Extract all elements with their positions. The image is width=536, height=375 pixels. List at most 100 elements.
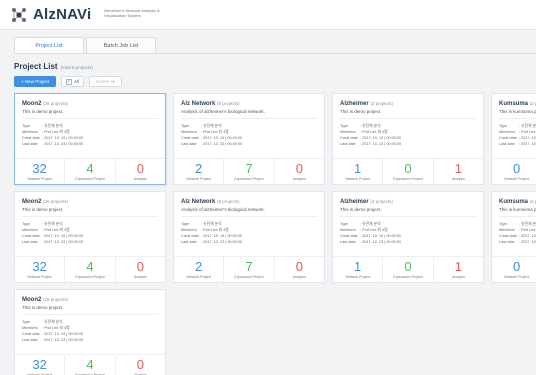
project-card-grid: Moon2 (26 projects) This is demo project… (14, 93, 536, 375)
card-meta-last-date: Last date: 2017. 10. 23 | 00:00:00 (181, 142, 242, 146)
project-card[interactable]: Kumsuma (2 p This is kumsuma pr Type: 유전… (491, 191, 536, 283)
meta-value: : 유전체 분 (519, 222, 536, 226)
stat-analysis[interactable]: 1 Analysis (434, 257, 483, 282)
card-meta-members: Members: Prof Lee 외 4명 (22, 228, 70, 233)
card-meta-create-date: Creat date: 2017. 10. (499, 136, 536, 140)
card-project-name[interactable]: Alz Network (181, 101, 215, 107)
meta-value: : Prof Lee 외 4명 (201, 228, 229, 232)
meta-value: : 2017. 10. 23 | 00:00:00 (42, 142, 84, 146)
card-project-name[interactable]: Moon2 (22, 297, 41, 303)
meta-label: Last date (340, 142, 356, 146)
meta-label: Type (340, 222, 349, 226)
app-logo[interactable]: AlzNAVi (33, 6, 91, 23)
card-meta-type: Type: 유전체 분석 (22, 124, 63, 129)
stat-network-project[interactable]: 2 Network Project (174, 257, 225, 282)
stat-analysis[interactable]: 1 Analysis (434, 159, 483, 184)
meta-value: : 2017. 10. 23 | 00:00:00 (201, 240, 243, 244)
stat-expression-value: 7 (245, 259, 253, 274)
meta-label: Members (340, 130, 356, 134)
project-card[interactable]: Moon2 (26 projects) This is demo project… (14, 93, 166, 185)
new-project-button[interactable]: + New Project (14, 76, 57, 87)
stat-expression-project[interactable]: 0 Expression Project (383, 257, 434, 282)
stat-network-value: 2 (195, 259, 203, 274)
meta-value: : 2017. 10. 19 | 00:00:00 (201, 136, 243, 140)
card-project-name[interactable]: Kumsuma (499, 101, 528, 107)
card-project-name[interactable]: Kumsuma (499, 199, 528, 205)
card-meta-last-date: Last date: 2017. 10. 23 | 00:00:00 (22, 338, 83, 342)
stat-network-project[interactable]: 32 Network Project (15, 355, 66, 375)
project-card[interactable]: Alzheimer (2 projects) This is demo proj… (332, 93, 484, 185)
meta-label: Creat date (181, 136, 199, 140)
card-description: This is demo project. (22, 207, 64, 212)
meta-label: Type (499, 124, 508, 128)
card-stats: 32 Network Project 4 Expression Project … (15, 256, 165, 282)
stat-expression-label: Expression Project (393, 275, 423, 279)
stat-analysis[interactable]: 0 Analysis (116, 159, 165, 184)
stat-network-project[interactable]: 0 Network Project (492, 257, 536, 282)
project-card[interactable]: Alz Network (9 projects) Analysis of alz… (173, 191, 325, 283)
tab-project-list[interactable]: Project List (14, 37, 84, 54)
card-project-name[interactable]: Moon2 (22, 101, 41, 107)
project-card[interactable]: Moon2 (26 projects) This is demo project… (14, 289, 166, 375)
stat-network-project[interactable]: 1 Network Project (333, 159, 384, 184)
meta-value: : 2017. 10. 23 | 00:00:00 (42, 240, 84, 244)
stat-analysis[interactable]: 0 Analysis (116, 355, 165, 375)
card-project-name[interactable]: Alzheimer (340, 199, 369, 205)
card-title: Kumsuma (2 p (499, 199, 536, 205)
stat-network-value: 0 (513, 161, 521, 176)
tab-divider (14, 53, 536, 54)
card-meta-create-date: Creat date: 2017. 10. 19 | 00:00:00 (181, 136, 242, 140)
card-stats: 2 Network Project 7 Expression Project 0… (174, 158, 324, 184)
stat-expression-label: Expression Project (234, 275, 264, 279)
meta-value: : 2017. 10. 23 | 00:00:00 (201, 142, 243, 146)
meta-value: : 2017. 10. 19 | 00:00:00 (360, 234, 402, 238)
card-project-name[interactable]: Alz Network (181, 199, 215, 205)
meta-label: Members (499, 130, 515, 134)
meta-value: : 유전체 분석 (360, 222, 381, 226)
stat-network-project[interactable]: 1 Network Project (333, 257, 384, 282)
stat-expression-label: Expression Project (393, 177, 423, 181)
card-project-name[interactable]: Alzheimer (340, 101, 369, 107)
card-meta-type: Type : 유전체 분석 (340, 222, 381, 227)
project-card[interactable]: Alz Network (9 projects) Analysis of alz… (173, 93, 325, 185)
card-title: Moon2 (26 projects) (22, 199, 68, 205)
card-description: Analysis of alzheimer's biological netwo… (181, 109, 265, 114)
stat-network-project[interactable]: 32 Network Project (15, 159, 66, 184)
meta-value: : Prof Lee 외 4명 (42, 228, 70, 232)
stat-expression-project[interactable]: 4 Expression Project (65, 257, 116, 282)
select-all-checkbox[interactable]: ✓ All (61, 76, 85, 87)
card-description: This is demo project. (22, 109, 64, 114)
stat-network-label: Network Project (345, 177, 371, 181)
meta-value: : 유전체 분석 (360, 124, 381, 128)
stat-expression-project[interactable]: 7 Expression Project (224, 257, 275, 282)
card-title: Moon2 (26 projects) (22, 297, 68, 303)
stat-expression-project[interactable]: 4 Expression Project (65, 355, 116, 375)
tab-batch-job-list[interactable]: Batch Job List (86, 37, 156, 54)
project-card[interactable]: Kumsuma (2 p This is kumsuma pr Type: 유전… (491, 93, 536, 185)
card-meta-create-date: Creat date: 2017. 10. 19 | 00:00:00 (340, 136, 401, 140)
stat-expression-project[interactable]: 0 Expression Project (383, 159, 434, 184)
stat-network-project[interactable]: 32 Network Project (15, 257, 66, 282)
meta-label: Creat date (181, 234, 199, 238)
stat-network-project[interactable]: 0 Network Project (492, 159, 536, 184)
app-logo-subtitle: Alzheimer's Network Analysis & Visualiza… (104, 8, 160, 18)
meta-label: Creat date (22, 136, 40, 140)
project-card[interactable]: Moon2 (26 projects) This is demo project… (14, 191, 166, 283)
project-card[interactable]: Alzheimer (2 projects) This is demo proj… (332, 191, 484, 283)
stat-expression-project[interactable]: 7 Expression Project (224, 159, 275, 184)
stat-network-project[interactable]: 2 Network Project (174, 159, 225, 184)
stat-analysis[interactable]: 0 Analysis (275, 257, 324, 282)
stat-expression-project[interactable]: 4 Expression Project (65, 159, 116, 184)
card-project-count: (2 projects) (370, 199, 393, 204)
card-divider (181, 118, 317, 119)
stat-analysis-value: 0 (295, 161, 303, 176)
card-project-name[interactable]: Moon2 (22, 199, 41, 205)
meta-label: Last date (22, 142, 38, 146)
delete-all-button[interactable]: Delete All (89, 76, 123, 87)
meta-value: : Prof Lee 외 4명 (360, 130, 388, 134)
meta-value: : 2017. 10. 19 | 00:00:00 (360, 136, 402, 140)
stat-analysis[interactable]: 0 Analysis (275, 159, 324, 184)
stat-network-label: Network Project (504, 177, 530, 181)
meta-value: : 유전체 분석 (42, 222, 63, 226)
stat-analysis[interactable]: 0 Analysis (116, 257, 165, 282)
